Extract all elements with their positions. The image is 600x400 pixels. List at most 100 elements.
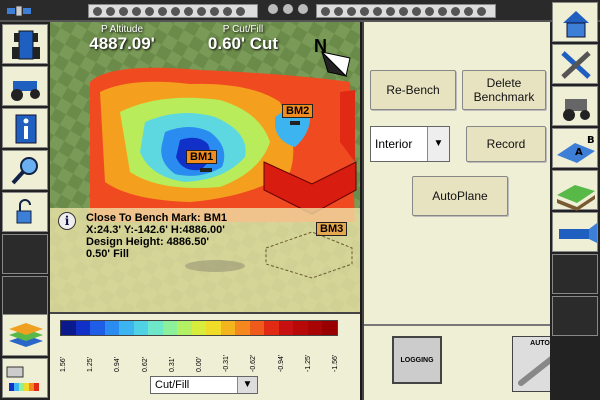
vehicle-view-button[interactable] <box>2 66 48 106</box>
tractor-side-icon <box>11 81 40 101</box>
empty-slot-1 <box>2 234 48 274</box>
legend-tick-label: 0.94' <box>114 357 122 372</box>
benchmark-bm2[interactable]: BM2 <box>282 104 314 118</box>
legend-swatch <box>162 321 177 335</box>
legend-mode-value: Cut/Fill <box>155 379 190 391</box>
legend-swatch <box>206 321 221 335</box>
magnifier-icon <box>11 157 38 185</box>
field-map[interactable]: P Altitude 4887.09' P Cut/Fill 0.60' Cut… <box>50 22 360 312</box>
empty-slot-4 <box>552 296 598 336</box>
autoplane-button[interactable]: AutoPlane <box>412 176 508 216</box>
info-icon <box>15 114 37 144</box>
legend-swatch <box>177 321 192 335</box>
legend-tick-label: 0.62' <box>141 357 149 372</box>
legend-mode-select[interactable]: Cut/Fill ▼ <box>150 376 258 394</box>
legend-swatch <box>220 321 235 335</box>
legend-tick-label: 0.00' <box>196 357 203 372</box>
delete-benchmark-button[interactable]: Delete Benchmark <box>462 70 546 110</box>
empty-slot-2 <box>2 276 48 316</box>
legend-swatch <box>191 321 206 335</box>
legend-tick-label: -1.56' <box>332 354 339 372</box>
benchmark-bm3[interactable]: BM3 <box>316 222 348 236</box>
chevron-down-icon[interactable]: ▼ <box>427 127 449 161</box>
legend-swatch <box>75 321 90 335</box>
vehicle-setup-button[interactable] <box>552 86 598 126</box>
legend-tick-label: 0.31' <box>168 357 176 372</box>
mode-dropdown-value: Interior <box>375 137 413 151</box>
legend-ticks: 1.56' 1.25' 0.94' 0.62' 0.31' 0.00' -0.31' -0.6… <box>58 338 348 378</box>
mode-dropdown[interactable]: Interior ▼ <box>370 126 450 162</box>
color-scale-icon <box>6 366 39 391</box>
altitude-value: 4887.09' <box>89 34 155 53</box>
legend-tick-label: -1.25' <box>304 354 312 372</box>
legend-swatch <box>148 321 163 335</box>
legend-tick-label: -0.94' <box>277 354 285 372</box>
legend-swatch <box>307 321 322 335</box>
radio-signal-indicator <box>316 4 496 18</box>
legend-tick-label: 1.25' <box>87 357 95 372</box>
legend-tick-label: 1.56' <box>60 357 67 372</box>
ab-label-a: A <box>575 147 583 158</box>
tractor-top-view-button[interactable] <box>2 24 48 64</box>
satellite-icon <box>7 5 31 17</box>
info-line-2: X:24.3' Y:-142.6' H:4886.00' <box>86 224 225 236</box>
info-line-3: Design Height: 4886.50' <box>86 236 210 248</box>
benchmark-info-panel: i Close To Bench Mark: BM1 X:24.3' Y:-14… <box>50 208 360 312</box>
info-button[interactable] <box>2 108 48 148</box>
legend-swatch <box>119 321 134 335</box>
tractor-top-icon <box>12 30 40 60</box>
cutfill-value: 0.60' Cut <box>207 34 279 53</box>
scraper-icon <box>559 223 597 243</box>
color-scale-button[interactable] <box>2 358 48 398</box>
rebench-button[interactable]: Re-Bench <box>370 70 456 110</box>
legend-swatch <box>278 321 293 335</box>
app-frame: P Altitude 4887.09' P Cut/Fill 0.60' Cut… <box>0 0 600 400</box>
legend-tick-label: -0.31' <box>223 354 231 372</box>
cutfill-legend: 1.56' 1.25' 0.94' 0.62' 0.31' 0.00' -0.31' -0.6… <box>50 312 360 400</box>
legend-swatch <box>235 321 250 335</box>
left-toolbar <box>0 22 50 400</box>
scraper-button[interactable] <box>552 212 598 252</box>
panel-divider <box>364 324 552 326</box>
zoom-button[interactable] <box>2 150 48 190</box>
center-status-dots <box>268 4 308 14</box>
tractor-icon <box>563 99 590 121</box>
ab-line-button[interactable]: A B <box>552 128 598 168</box>
legend-swatch <box>133 321 148 335</box>
auto-label: AUTO <box>530 340 550 347</box>
status-bar <box>0 0 600 22</box>
north-indicator: N <box>314 36 327 56</box>
benchmark-info-text: Close To Bench Mark: BM1 X:24.3' Y:-142.… <box>86 212 227 260</box>
gps-signal-indicator <box>88 4 258 18</box>
unlock-icon <box>16 199 32 224</box>
legend-swatch <box>61 321 76 335</box>
terrain-icon <box>557 185 595 211</box>
right-toolbar: A B <box>550 2 600 400</box>
home-icon <box>563 11 589 38</box>
tools-button[interactable] <box>552 44 598 84</box>
ab-label-b: B <box>587 135 595 146</box>
legend-color-bar <box>60 320 338 336</box>
lock-button[interactable] <box>2 192 48 232</box>
benchmark-bm1[interactable]: BM1 <box>186 150 218 164</box>
legend-swatch <box>249 321 264 335</box>
altitude-readout: P Altitude 4887.09' <box>72 24 172 53</box>
cutfill-readout: P Cut/Fill 0.60' Cut <box>190 24 296 53</box>
info-line-1: Close To Bench Mark: BM1 <box>86 212 227 224</box>
chevron-down-icon[interactable]: ▼ <box>237 377 257 393</box>
legend-swatch <box>322 321 337 335</box>
empty-slot-3 <box>552 254 598 294</box>
surface-button[interactable] <box>552 170 598 211</box>
layers-button[interactable] <box>2 314 48 356</box>
legend-swatch <box>104 321 119 335</box>
layers-icon <box>9 323 43 347</box>
info-line-4: 0.50' Fill <box>86 248 129 260</box>
logging-button[interactable]: LOGGING <box>392 336 442 384</box>
home-button[interactable] <box>552 2 598 42</box>
wrench-icon <box>561 51 591 79</box>
legend-swatch <box>264 321 279 335</box>
legend-tick-label: -0.62' <box>250 354 258 372</box>
info-icon: i <box>58 212 76 230</box>
legend-swatch <box>90 321 105 335</box>
record-button[interactable]: Record <box>466 126 546 162</box>
